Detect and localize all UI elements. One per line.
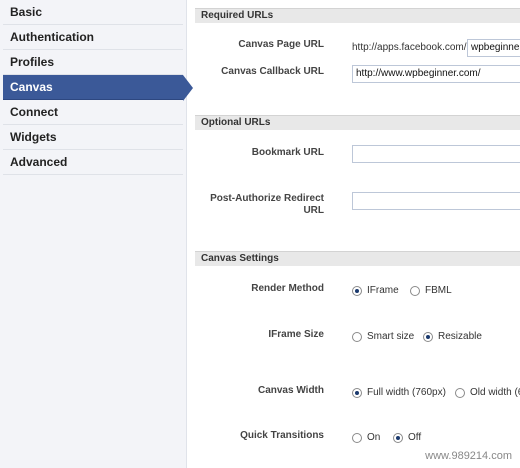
active-item-arrow	[183, 75, 193, 101]
bookmark-url-input[interactable]	[352, 145, 520, 163]
canvas-callback-url-label: Canvas Callback URL	[221, 66, 324, 77]
sidebar-item-connect[interactable]: Connect	[3, 100, 183, 125]
render-method-fbml-radio[interactable]	[410, 286, 420, 296]
sidebar-item-advanced[interactable]: Advanced	[3, 150, 183, 175]
section-header-required-urls: Required URLs	[195, 8, 520, 23]
post-authorize-label-line2: URL	[303, 205, 324, 216]
iframe-size-label: IFrame Size	[268, 329, 324, 340]
post-authorize-label-line1: Post-Authorize Redirect	[210, 193, 324, 204]
section-header-canvas-settings: Canvas Settings	[195, 251, 520, 266]
sidebar-item-basic[interactable]: Basic	[3, 0, 183, 25]
iframe-size-resizable-label: Resizable	[438, 331, 482, 342]
render-method-label: Render Method	[251, 283, 324, 294]
iframe-size-smart-label: Smart size	[367, 331, 415, 342]
iframe-size-smart-radio[interactable]	[352, 332, 362, 342]
section-header-optional-urls: Optional URLs	[195, 115, 520, 130]
sidebar-item-authentication[interactable]: Authentication	[3, 25, 183, 50]
canvas-width-label: Canvas Width	[257, 385, 324, 396]
canvas-width-old-label: Old width (6	[470, 387, 520, 398]
canvas-page-url-prefix: http://apps.facebook.com/	[352, 42, 467, 53]
sidebar-item-widgets[interactable]: Widgets	[3, 125, 183, 150]
render-method-iframe-radio[interactable]	[352, 286, 362, 296]
canvas-width-old-radio[interactable]	[455, 388, 465, 398]
sidebar-item-canvas[interactable]: Canvas	[3, 75, 183, 100]
iframe-size-resizable-radio[interactable]	[423, 332, 433, 342]
canvas-width-full-label: Full width (760px)	[367, 387, 446, 398]
render-method-fbml-label: FBML	[425, 285, 452, 296]
post-authorize-redirect-url-input[interactable]	[352, 192, 520, 210]
canvas-page-url-label: Canvas Page URL	[238, 39, 324, 50]
bookmark-url-label: Bookmark URL	[251, 147, 324, 158]
quick-transitions-off-label: Off	[408, 432, 422, 443]
post-authorize-redirect-url-label: Post-Authorize Redirect URL	[174, 193, 324, 217]
quick-transitions-on-radio[interactable]	[352, 433, 362, 443]
settings-sidebar: Basic Authentication Profiles Canvas Con…	[0, 0, 187, 468]
quick-transitions-on-label: On	[367, 432, 381, 443]
quick-transitions-off-radio[interactable]	[393, 433, 403, 443]
canvas-width-full-radio[interactable]	[352, 388, 362, 398]
canvas-callback-url-input[interactable]: http://www.wpbeginner.com/	[352, 65, 520, 83]
canvas-page-url-input[interactable]: wpbeginner	[467, 39, 520, 57]
quick-transitions-label: Quick Transitions	[240, 430, 324, 441]
render-method-iframe-label: IFrame	[367, 285, 399, 296]
sidebar-item-profiles[interactable]: Profiles	[3, 50, 183, 75]
watermark-text: www.989214.com	[425, 450, 512, 462]
